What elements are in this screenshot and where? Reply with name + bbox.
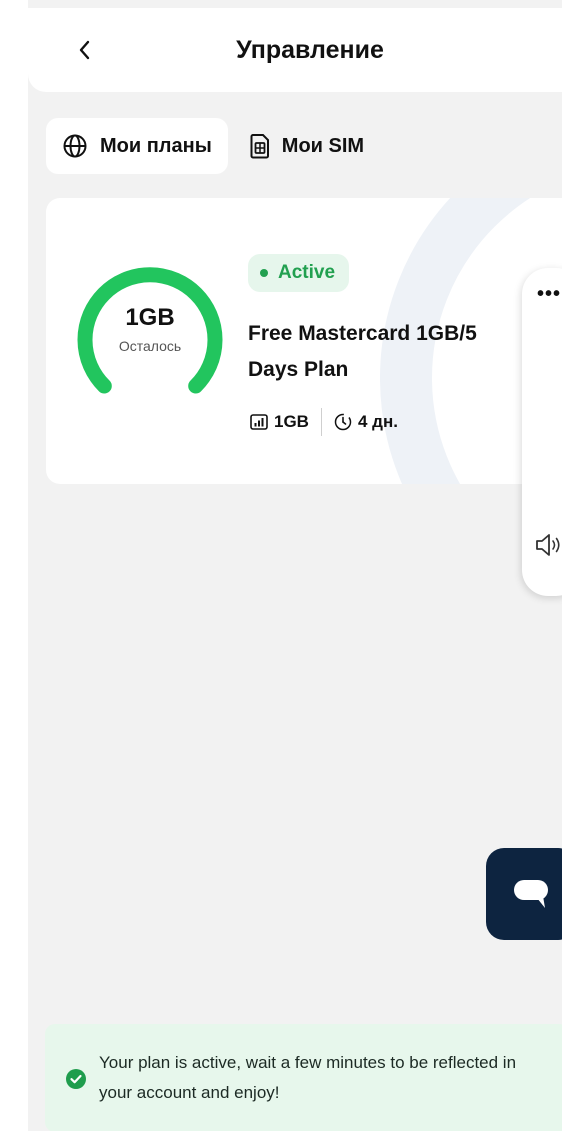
app-screen: Управление Мои планы Мои SIM 1GB Осталос… xyxy=(28,0,562,1131)
data-amount-value: 1GB xyxy=(274,412,309,431)
sim-card-icon xyxy=(250,133,270,159)
data-gauge: 1GB Осталось xyxy=(70,260,230,400)
speaker-icon xyxy=(536,534,560,556)
clock-icon xyxy=(334,413,352,431)
tab-my-plans-label: Мои планы xyxy=(100,134,212,157)
side-panel: ••• xyxy=(522,268,562,596)
more-menu-button[interactable]: ••• xyxy=(534,282,562,306)
page-title: Управление xyxy=(236,36,384,64)
validity: 4 дн. xyxy=(334,412,398,432)
status-badge: Active xyxy=(248,254,350,292)
gauge-label: Осталось xyxy=(118,338,182,354)
volume-button[interactable] xyxy=(532,530,562,560)
tab-my-sims-label: Мои SIM xyxy=(281,134,365,157)
header-bar: Управление xyxy=(28,8,562,92)
meta-divider xyxy=(320,408,322,436)
tab-bar: Мои планы Мои SIM xyxy=(46,118,380,174)
gauge-value: 1GB xyxy=(125,304,175,331)
check-circle-icon xyxy=(66,1069,86,1089)
validity-value: 4 дн. xyxy=(357,412,398,431)
chat-button[interactable] xyxy=(486,848,562,940)
tab-my-plans[interactable]: Мои планы xyxy=(46,118,228,174)
chat-bubble-icon xyxy=(514,880,548,908)
success-toast: Your plan is active, wait a few minutes … xyxy=(45,1024,562,1131)
toast-message: Your plan is active, wait a few minutes … xyxy=(99,1053,517,1102)
signal-icon xyxy=(250,414,268,430)
plan-name: Free Mastercard 1GB/5 Days Plan xyxy=(248,316,548,388)
status-text: Active xyxy=(278,262,336,283)
data-amount: 1GB xyxy=(250,412,309,432)
tab-my-sims[interactable]: Мои SIM xyxy=(234,118,380,174)
plan-name-line-1: Free Mastercard 1GB/5 xyxy=(248,322,477,345)
globe-icon xyxy=(62,133,88,159)
plan-name-line-2: Days Plan xyxy=(248,358,349,381)
plan-meta: 1GB 4 дн. xyxy=(250,408,398,436)
plan-card[interactable]: 1GB Осталось Active Free Mastercard 1GB/… xyxy=(46,198,562,484)
status-dot xyxy=(260,269,268,277)
